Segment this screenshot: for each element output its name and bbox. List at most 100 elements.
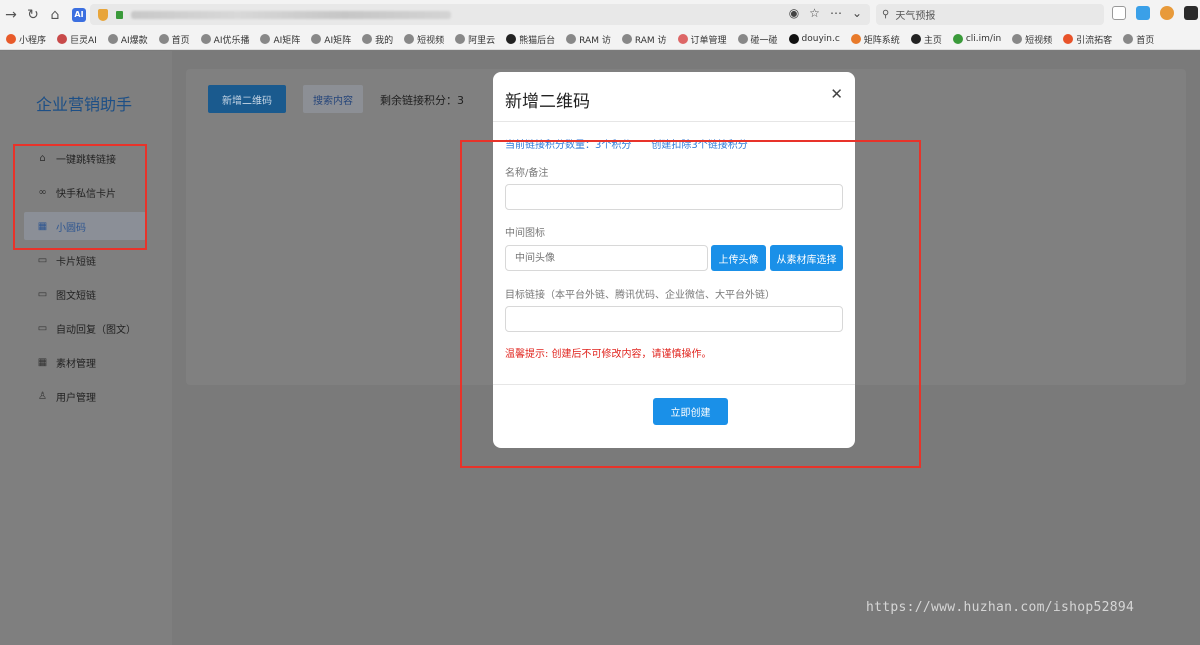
bookmark-item[interactable]: 订单管理 xyxy=(677,33,727,46)
browser-toolbar: → ↻ ⌂ AI ◉ ☆ ⋯ ⌄ ⚲ 天气预报 xyxy=(0,0,1200,29)
bookmark-icon xyxy=(737,34,748,44)
location-icon[interactable]: ◉ xyxy=(789,6,799,20)
browser-search-input[interactable]: ⚲ 天气预报 xyxy=(876,4,1104,25)
bookmark-icon xyxy=(311,34,322,44)
bookmark-label: RAM 访 xyxy=(579,35,611,46)
qrcode-icon: ▦ xyxy=(37,356,48,368)
sidebar-item[interactable]: ▦ 素材管理 xyxy=(24,348,146,376)
card-icon: ▭ xyxy=(37,288,48,300)
bookmark-label: 碰一碰 xyxy=(750,35,778,46)
bookmark-icon xyxy=(1063,34,1074,44)
new-qrcode-button[interactable]: 新增二维码 xyxy=(208,85,286,113)
remaining-points: 剩余链接积分：3 xyxy=(380,94,464,107)
bookmark-icon xyxy=(200,34,211,44)
bookmark-label: 阿里云 xyxy=(468,35,496,46)
bookmark-label: 短视频 xyxy=(417,35,445,46)
sidebar-item[interactable]: ▭ 图文短链 xyxy=(24,280,146,308)
bookmark-label: RAM 访 xyxy=(634,35,667,46)
bookmark-icon xyxy=(260,34,271,44)
sidebar-item[interactable]: ♙ 用户管理 xyxy=(24,382,146,410)
bookmark-label: AI矩阵 xyxy=(324,35,352,46)
bookmark-item[interactable]: RAM 访 xyxy=(566,33,611,46)
bookmarks-bar: 小程序 巨灵AI AI爆款 首页 AI优乐播 AI矩阵 AI矩阵 我的 短视频 阿里云 熊猫后台 RA… xyxy=(0,29,1200,50)
bookmark-item[interactable]: AI优乐播 xyxy=(200,33,250,46)
bookmark-item[interactable]: 熊猫后台 xyxy=(506,33,555,46)
star-icon[interactable]: ☆ xyxy=(809,6,820,20)
bookmark-item[interactable]: AI矩阵 xyxy=(260,33,300,46)
bookmark-item[interactable]: 首页 xyxy=(158,33,190,46)
bookmark-item[interactable]: 我的 xyxy=(362,33,393,46)
blurred-url xyxy=(131,10,451,19)
bookmark-item[interactable]: 小程序 xyxy=(6,33,46,46)
bookmark-label: 主页 xyxy=(923,35,942,46)
bookmark-item[interactable]: douyin.c xyxy=(788,34,840,44)
bookmark-label: 首页 xyxy=(171,35,190,46)
bookmark-item[interactable]: AI爆款 xyxy=(107,33,148,46)
close-icon[interactable]: ✕ xyxy=(830,85,843,103)
bookmark-label: 小程序 xyxy=(19,35,47,46)
bookmark-label: 订单管理 xyxy=(690,35,727,46)
bookmark-label: AI矩阵 xyxy=(273,35,301,46)
sidebar-item-label: 素材管理 xyxy=(56,358,96,370)
bookmark-item[interactable]: 首页 xyxy=(1123,33,1154,46)
bookmark-icon xyxy=(506,34,517,44)
bookmark-icon xyxy=(1123,34,1134,44)
bookmark-icon xyxy=(158,34,169,44)
bookmark-item[interactable]: 巨灵AI xyxy=(57,33,97,46)
bookmark-item[interactable]: 短视频 xyxy=(1012,33,1052,46)
ai-extension-icon[interactable]: AI xyxy=(72,7,86,22)
bookmark-label: douyin.c xyxy=(801,34,840,44)
bookmark-icon xyxy=(455,34,466,44)
sidebar-item-label: 图文短链 xyxy=(56,290,96,302)
home-icon[interactable]: ⌂ xyxy=(44,4,66,26)
extension-icon[interactable] xyxy=(1184,6,1198,20)
bookmark-label: 短视频 xyxy=(1025,35,1053,46)
annotation-box xyxy=(460,140,921,468)
bookmark-label: AI优乐播 xyxy=(213,35,250,46)
bookmark-label: 我的 xyxy=(375,35,394,46)
bookmark-label: 首页 xyxy=(1136,35,1155,46)
bookmark-icon xyxy=(107,34,118,44)
watermark: https://www.huzhan.com/ishop52894 xyxy=(866,600,1135,615)
bookmark-icon xyxy=(57,34,68,44)
extension-icon[interactable] xyxy=(1136,6,1150,20)
scissors-icon[interactable] xyxy=(1112,6,1126,20)
bookmark-icon xyxy=(788,34,799,44)
user-icon: ♙ xyxy=(38,390,47,402)
bookmark-item[interactable]: AI矩阵 xyxy=(311,33,351,46)
chevron-down-icon[interactable]: ⌄ xyxy=(852,6,862,20)
bookmark-item[interactable]: 主页 xyxy=(910,33,942,46)
annotation-box xyxy=(13,144,147,250)
address-bar[interactable]: ◉ ☆ ⋯ ⌄ xyxy=(90,4,870,25)
avatar-icon[interactable] xyxy=(1160,6,1174,20)
bookmark-icon xyxy=(910,34,921,44)
bookmark-item[interactable]: cli.im/in xyxy=(952,34,1002,44)
sidebar-item-label: 卡片短链 xyxy=(56,256,96,268)
bookmark-item[interactable]: 阿里云 xyxy=(455,33,495,46)
bookmark-icon xyxy=(362,34,373,44)
divider xyxy=(493,121,855,122)
bookmark-item[interactable]: RAM 访 xyxy=(621,33,667,46)
search-icon: ⚲ xyxy=(882,9,890,20)
bookmark-item[interactable]: 矩阵系统 xyxy=(850,33,900,46)
bookmark-icon xyxy=(1012,34,1023,44)
search-placeholder: 天气预报 xyxy=(895,11,936,22)
bookmark-label: 引流拓客 xyxy=(1076,35,1113,46)
bookmark-icon xyxy=(404,34,415,44)
sidebar-item[interactable]: ▭ 卡片短链 xyxy=(24,246,146,274)
reload-icon[interactable]: ↻ xyxy=(22,4,44,26)
bookmark-label: 熊猫后台 xyxy=(519,35,556,46)
search-button[interactable]: 搜索内容 xyxy=(303,85,363,113)
more-icon[interactable]: ⋯ xyxy=(830,6,842,20)
forward-icon[interactable]: → xyxy=(0,4,22,26)
bookmark-icon xyxy=(566,34,577,44)
sidebar-item-label: 自动回复（图文） xyxy=(56,324,136,336)
bookmark-item[interactable]: 引流拓客 xyxy=(1063,33,1112,46)
sidebar-item[interactable]: ▭ 自动回复（图文） xyxy=(24,314,146,342)
bookmark-item[interactable]: 短视频 xyxy=(404,33,444,46)
bookmark-item[interactable]: 碰一碰 xyxy=(737,33,778,46)
bookmark-label: cli.im/in xyxy=(965,34,1002,44)
bookmark-label: AI爆款 xyxy=(120,35,148,46)
lock-icon xyxy=(116,10,123,19)
bookmark-icon xyxy=(952,34,963,44)
